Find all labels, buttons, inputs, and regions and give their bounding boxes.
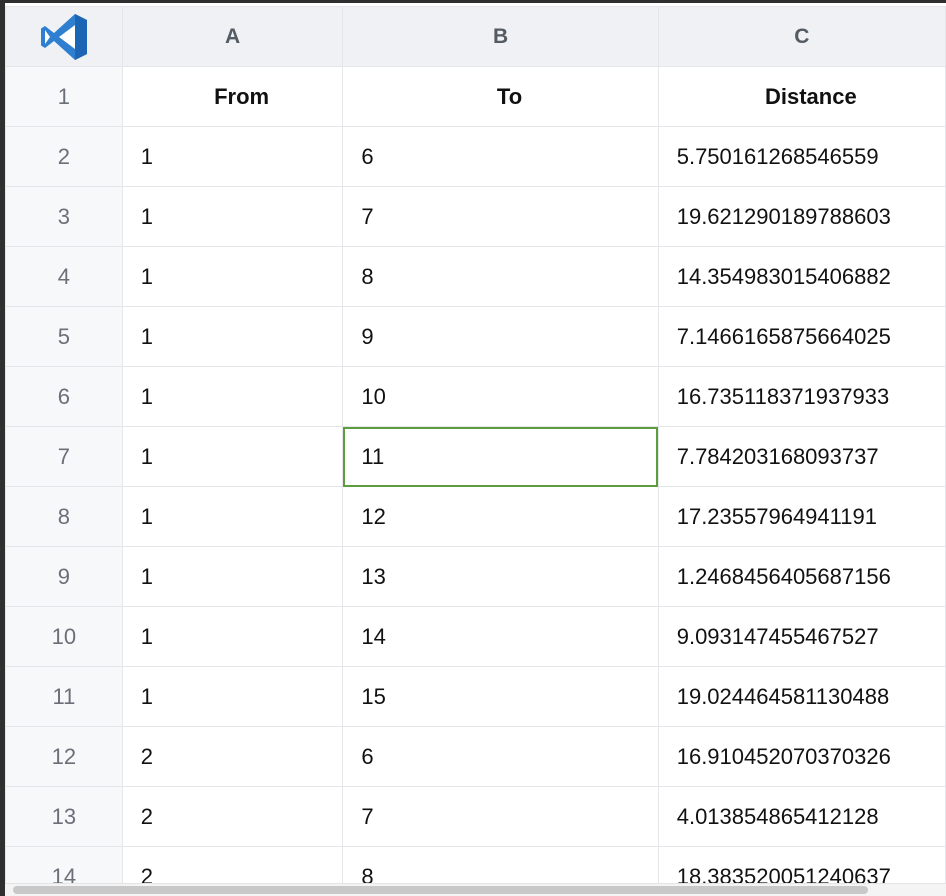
cell-b1[interactable]: To xyxy=(342,66,659,127)
cell-to[interactable]: 6 xyxy=(342,126,659,187)
row-number[interactable]: 4 xyxy=(5,246,123,307)
spreadsheet-window: A B C 1 From To Distance 2 1 6 5.7501612… xyxy=(0,0,946,896)
spreadsheet-grid: A B C 1 From To Distance 2 1 6 5.7501612… xyxy=(5,6,946,896)
selected-cell[interactable]: 11 xyxy=(342,426,659,487)
row-number[interactable]: 1 xyxy=(5,66,123,127)
cell-from[interactable]: 2 xyxy=(121,726,344,787)
table-row: 10 1 14 9.093147455467527 xyxy=(5,606,946,667)
cell-from[interactable]: 2 xyxy=(121,786,344,847)
cell-distance[interactable]: 5.750161268546559 xyxy=(657,126,946,187)
cell-c1[interactable]: Distance xyxy=(657,66,946,127)
table-row: 1 From To Distance xyxy=(5,66,946,127)
table-row: 13 2 7 4.013854865412128 xyxy=(5,786,946,847)
column-header-a[interactable]: A xyxy=(121,6,344,67)
cell-to[interactable]: 12 xyxy=(342,486,659,547)
table-row: 4 1 8 14.354983015406882 xyxy=(5,246,946,307)
cell-distance[interactable]: 4.013854865412128 xyxy=(657,786,946,847)
table-row: 2 1 6 5.750161268546559 xyxy=(5,126,946,187)
cell-distance[interactable]: 19.024464581130488 xyxy=(657,666,946,727)
cell-distance[interactable]: 17.23557964941191 xyxy=(657,486,946,547)
cell-from[interactable]: 1 xyxy=(121,306,344,367)
row-number[interactable]: 13 xyxy=(5,786,123,847)
cell-from[interactable]: 1 xyxy=(121,366,344,427)
cell-from[interactable]: 1 xyxy=(121,486,344,547)
cell-to[interactable]: 6 xyxy=(342,726,659,787)
cell-from[interactable]: 1 xyxy=(121,186,344,247)
cell-from[interactable]: 1 xyxy=(121,546,344,607)
table-row: 12 2 6 16.910452070370326 xyxy=(5,726,946,787)
cell-distance[interactable]: 9.093147455467527 xyxy=(657,606,946,667)
row-number[interactable]: 9 xyxy=(5,546,123,607)
row-number[interactable]: 2 xyxy=(5,126,123,187)
cell-distance[interactable]: 19.621290189788603 xyxy=(657,186,946,247)
cell-to[interactable]: 7 xyxy=(342,786,659,847)
table-row: 3 1 7 19.621290189788603 xyxy=(5,186,946,247)
cell-distance[interactable]: 14.354983015406882 xyxy=(657,246,946,307)
cell-from[interactable]: 1 xyxy=(121,246,344,307)
select-all-corner[interactable] xyxy=(5,6,123,67)
cell-distance[interactable]: 1.2468456405687156 xyxy=(657,546,946,607)
table-row: 6 1 10 16.735118371937933 xyxy=(5,366,946,427)
cell-from[interactable]: 1 xyxy=(121,426,344,487)
column-header-b[interactable]: B xyxy=(342,6,659,67)
row-number[interactable]: 12 xyxy=(5,726,123,787)
cell-distance[interactable]: 7.784203168093737 xyxy=(657,426,946,487)
cell-from[interactable]: 1 xyxy=(121,606,344,667)
table-row: 8 1 12 17.23557964941191 xyxy=(5,486,946,547)
row-number[interactable]: 5 xyxy=(5,306,123,367)
vscode-logo-icon xyxy=(40,13,87,60)
row-number[interactable]: 7 xyxy=(5,426,123,487)
cell-from[interactable]: 1 xyxy=(121,666,344,727)
cell-to[interactable]: 8 xyxy=(342,246,659,307)
column-header-c[interactable]: C xyxy=(657,6,946,67)
cell-to[interactable]: 14 xyxy=(342,606,659,667)
row-number[interactable]: 11 xyxy=(5,666,123,727)
cell-distance[interactable]: 7.1466165875664025 xyxy=(657,306,946,367)
cell-distance[interactable]: 16.910452070370326 xyxy=(657,726,946,787)
cell-distance[interactable]: 16.735118371937933 xyxy=(657,366,946,427)
cell-to[interactable]: 9 xyxy=(342,306,659,367)
cell-to[interactable]: 7 xyxy=(342,186,659,247)
table-row: 5 1 9 7.1466165875664025 xyxy=(5,306,946,367)
table-row: 7 1 11 7.784203168093737 xyxy=(5,426,946,487)
table-row: 9 1 13 1.2468456405687156 xyxy=(5,546,946,607)
cell-a1[interactable]: From xyxy=(121,66,344,127)
cell-to[interactable]: 13 xyxy=(342,546,659,607)
cell-from[interactable]: 1 xyxy=(121,126,344,187)
column-header-row: A B C xyxy=(5,6,946,67)
horizontal-scrollbar[interactable] xyxy=(5,883,946,896)
table-row: 11 1 15 19.024464581130488 xyxy=(5,666,946,727)
row-number[interactable]: 10 xyxy=(5,606,123,667)
cell-to[interactable]: 15 xyxy=(342,666,659,727)
row-number[interactable]: 8 xyxy=(5,486,123,547)
row-number[interactable]: 6 xyxy=(5,366,123,427)
scrollbar-thumb[interactable] xyxy=(13,886,868,894)
cell-to[interactable]: 10 xyxy=(342,366,659,427)
row-number[interactable]: 3 xyxy=(5,186,123,247)
